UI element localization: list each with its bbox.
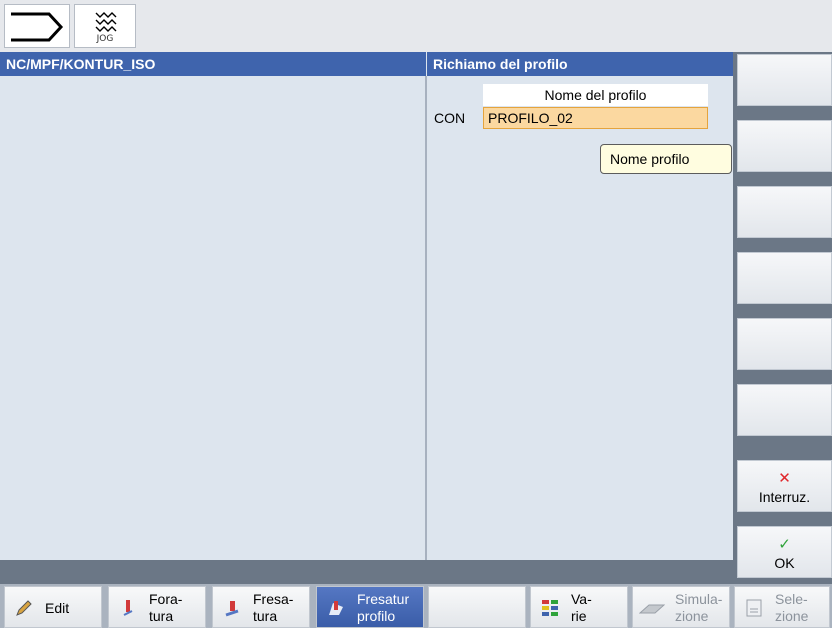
nc-file-icon (746, 599, 762, 617)
contour-mill-icon (329, 601, 343, 615)
con-field-label: CON (434, 110, 466, 126)
misc-label-2: rie (571, 608, 587, 624)
contour-milling-button[interactable]: Fresatur profilo (316, 586, 424, 628)
vertical-softkey-4[interactable] (737, 252, 832, 304)
milling-label-1: Fresa- (253, 591, 294, 607)
dialog-title: Richiamo del profilo (427, 52, 733, 76)
vertical-softkey-5[interactable] (737, 318, 832, 370)
empty-softkey[interactable] (428, 586, 526, 628)
cancel-label: Interruz. (758, 489, 811, 505)
contour-milling-label-1: Fresatur (357, 591, 410, 607)
field-tooltip: Nome profilo (600, 144, 732, 174)
simulation-button[interactable]: Simula- zione (632, 586, 730, 628)
vertical-softkey-1[interactable] (737, 54, 832, 106)
ok-check-icon: ✓ (778, 536, 791, 553)
misc-button[interactable]: Va- rie (530, 586, 628, 628)
machine-arrow-icon (11, 12, 64, 42)
program-path-header: NC/MPF/KONTUR_ISO (0, 52, 426, 76)
selection-label-2: zione (775, 608, 809, 624)
panel-divider (425, 76, 427, 560)
vertical-softkey-2[interactable] (737, 120, 832, 172)
ok-label: OK (774, 555, 795, 571)
status-bar (0, 560, 733, 584)
simulation-label-1: Simula- (675, 591, 723, 607)
contour-milling-label-2: profilo (357, 608, 396, 624)
contour-name-input[interactable]: PROFILO_02 (483, 107, 708, 129)
selection-button[interactable]: Sele- zione (734, 586, 830, 628)
vertical-softkey-3[interactable] (737, 186, 832, 238)
simulation-label-2: zione (675, 608, 709, 624)
cancel-x-icon: ✕ (778, 470, 791, 487)
drill-icon (123, 600, 133, 616)
misc-blocks-icon (542, 600, 558, 616)
selection-label-1: Sele- (775, 591, 808, 607)
jog-mode-button[interactable]: JOG (74, 4, 136, 48)
ok-button[interactable]: ✓ OK (737, 526, 832, 578)
misc-label-1: Va- (571, 591, 592, 607)
cancel-button[interactable]: ✕ Interruz. (737, 460, 832, 512)
contour-name-column-header: Nome del profilo (483, 84, 708, 106)
drilling-button[interactable]: Fora- tura (108, 586, 206, 628)
edit-button[interactable]: Edit (4, 586, 102, 628)
edit-label: Edit (45, 600, 70, 616)
jog-wave-icon (95, 12, 117, 32)
jog-label: JOG (96, 34, 114, 44)
machine-mode-button[interactable] (4, 4, 70, 48)
milling-label-2: tura (253, 608, 278, 624)
drilling-label-1: Fora- (149, 591, 183, 607)
vertical-softkey-6[interactable] (737, 384, 832, 436)
milling-button[interactable]: Fresa- tura (212, 586, 310, 628)
drilling-label-2: tura (149, 608, 174, 624)
mill-icon (225, 601, 239, 617)
simulation-icon (639, 604, 665, 614)
pencil-icon (16, 600, 32, 616)
